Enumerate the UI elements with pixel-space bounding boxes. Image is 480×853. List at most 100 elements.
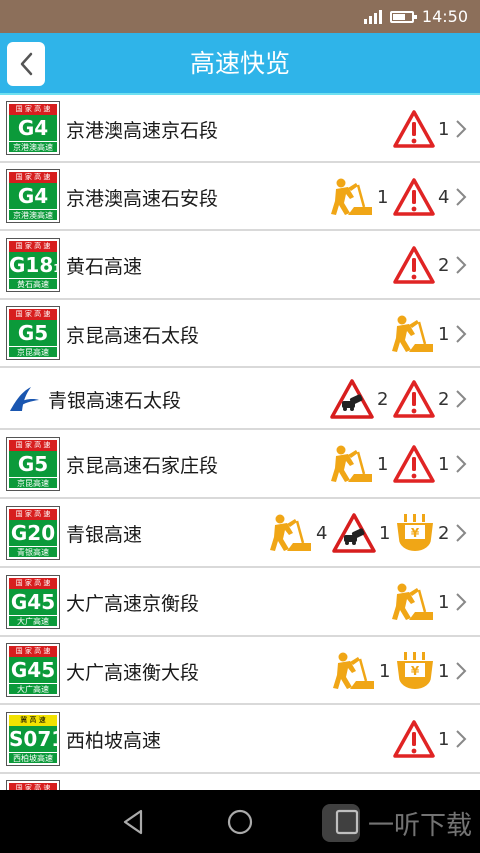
chevron-right-icon [454,729,468,749]
shield-code-suffix: 11 [53,262,57,275]
shield-bottom-label: 京港澳高速 [9,209,57,220]
title-bar: 高速快览 [0,33,480,95]
shield-code: G5 [9,451,57,477]
shield-top-label: 国 家 高 速 [9,508,57,520]
chevron-right-icon [454,523,468,543]
warning-icon [393,246,435,284]
list-item[interactable]: 青银高速石太段 2 2 [0,368,480,430]
event-badge-warning: 1 [393,445,450,483]
shield-code: G4 [9,183,57,209]
nav-back-icon[interactable] [117,806,149,838]
event-count: 2 [438,522,450,544]
highway-shield-icon: 冀 高 速S071西柏坡高速 [7,712,59,765]
list-item[interactable]: 国 家 高 速 G4 京港澳高速 京港澳高速石安段 1 4 [0,163,480,231]
chevron-right-icon [454,661,468,681]
highway-shield-icon: 国 家 高 速 G45 大广高速 [7,575,59,628]
highway-list: 国 家 高 速 G4 京港澳高速 京港澳高速京石段 1 国 家 高 速 G4 京港澳高速 京港澳… [0,95,480,790]
page-title: 高速快览 [189,49,290,78]
event-count: 1 [379,522,391,544]
shield-top-label: 国 家 高 速 [9,172,57,183]
event-badge-accident: 2 [330,379,389,419]
accident-sign-icon [332,513,376,553]
event-badges: 1 ¥1 [330,651,450,691]
event-count: 4 [316,522,328,544]
navigation-bar: 一听下载 [0,790,480,853]
construction-worker-icon [270,514,311,551]
shield-bottom-label: 京昆高速 [9,476,57,488]
chevron-right-icon [454,187,468,207]
toll-station-icon: ¥ [397,652,433,689]
shield-code: G5 [9,320,57,346]
svg-text:¥: ¥ [411,664,420,678]
shield-top-label: 国 家 高 速 [9,240,57,252]
event-badges: 2 [393,245,450,285]
shield-bottom-label: 西柏坡高速 [9,751,57,763]
shield-bottom-label: 京昆高速 [9,346,57,357]
list-item[interactable]: 国 家 高 速 G5 京昆高速 京昆高速石太段 1 [0,300,480,368]
highway-name: 京昆高速石太段 [66,325,200,347]
construction-worker-icon [331,445,372,482]
svg-text:¥: ¥ [411,526,420,540]
highway-shield-icon: 国 家 高 速 [7,781,59,790]
shield-top-label: 国 家 高 速 [9,646,57,657]
shield-bottom-label: 京港澳高速 [9,141,57,152]
list-item[interactable]: 国 家 高 速G1811黄石高速黄石高速2 [0,231,480,300]
shield-bottom-label: 大广高速 [9,683,57,694]
status-bar: 14:50 [0,0,480,33]
shield-code-main: G5 [17,451,49,476]
highway-shield-icon: 国 家 高 速 G4 京港澳高速 [7,102,59,154]
event-badge-warning: 1 [393,110,450,148]
highway-name: 西柏坡高速 [66,730,162,752]
event-badge-construction: 1 [389,314,450,354]
shield-code: G45 [9,657,57,683]
list-item[interactable]: 国 家 高 速 G20 青银高速 青银高速 4 1 ¥2 [0,499,480,568]
battery-icon [389,10,417,23]
list-item[interactable]: 国 家 高 速 G5 京昆高速 京昆高速石家庄段 1 1 [0,430,480,499]
event-count: 1 [438,118,450,140]
event-badge-warning: 4 [393,178,450,216]
shield-code-main: G45 [10,589,56,614]
list-item[interactable]: 冀 高 速S071西柏坡高速西柏坡高速 1 [0,705,480,774]
warning-icon [393,110,435,148]
back-button[interactable] [7,42,45,86]
event-badges: 11 [328,444,450,484]
watermark-text: 一听下载 [367,810,472,841]
shield-top-label: 国 家 高 速 [9,439,57,451]
highway-shield-icon: 国 家 高 速 G5 京昆高速 [7,437,59,490]
chevron-right-icon [454,389,468,409]
shield-code: G20 [9,520,57,546]
chevron-right-icon [454,592,468,612]
shield-code: G1811 [9,252,57,278]
list-item[interactable]: 国 家 高 速 [0,774,480,790]
status-time: 14:50 [421,7,468,26]
shield-code-main: G20 [10,520,56,545]
shield-code: G45 [9,589,57,615]
chevron-right-icon [454,324,468,344]
event-badge-accident: 1 [332,513,391,553]
list-item[interactable]: 国 家 高 速 G4 京港澳高速 京港澳高速京石段 1 [0,95,480,163]
highway-shield-icon: 国 家 高 速G1811黄石高速 [7,238,59,291]
highway-shield-icon: 国 家 高 速 G45 大广高速 [7,644,59,696]
event-count: 1 [438,728,450,750]
expressway-logo-icon [7,384,41,418]
event-badges: 1 [393,109,450,149]
highway-name: 京港澳高速京石段 [66,120,219,142]
event-badges: 4 1 ¥2 [267,513,450,553]
highway-name: 京昆高速石家庄段 [66,455,219,477]
shield-code-main: G4 [17,184,49,208]
highway-name: 青银高速石太段 [48,390,182,412]
event-count: 2 [438,254,450,276]
status-icons: 14:50 [363,0,468,33]
event-badges: 1 [393,719,450,759]
nav-home-icon[interactable] [224,806,256,838]
shield-code-main: G4 [17,116,49,140]
shield-code: G4 [9,115,57,141]
highway-shield-icon: 国 家 高 速 G5 京昆高速 [7,307,59,359]
warning-icon [393,178,435,216]
event-badges: 1 [389,314,450,354]
list-item[interactable]: 国 家 高 速 G45 大广高速 大广高速京衡段 1 [0,568,480,637]
warning-icon [393,445,435,483]
event-badge-construction: 1 [328,444,389,484]
list-item[interactable]: 国 家 高 速 G45 大广高速 大广高速衡大段 1 ¥1 [0,637,480,705]
shield-code-main: G18 [9,252,54,277]
